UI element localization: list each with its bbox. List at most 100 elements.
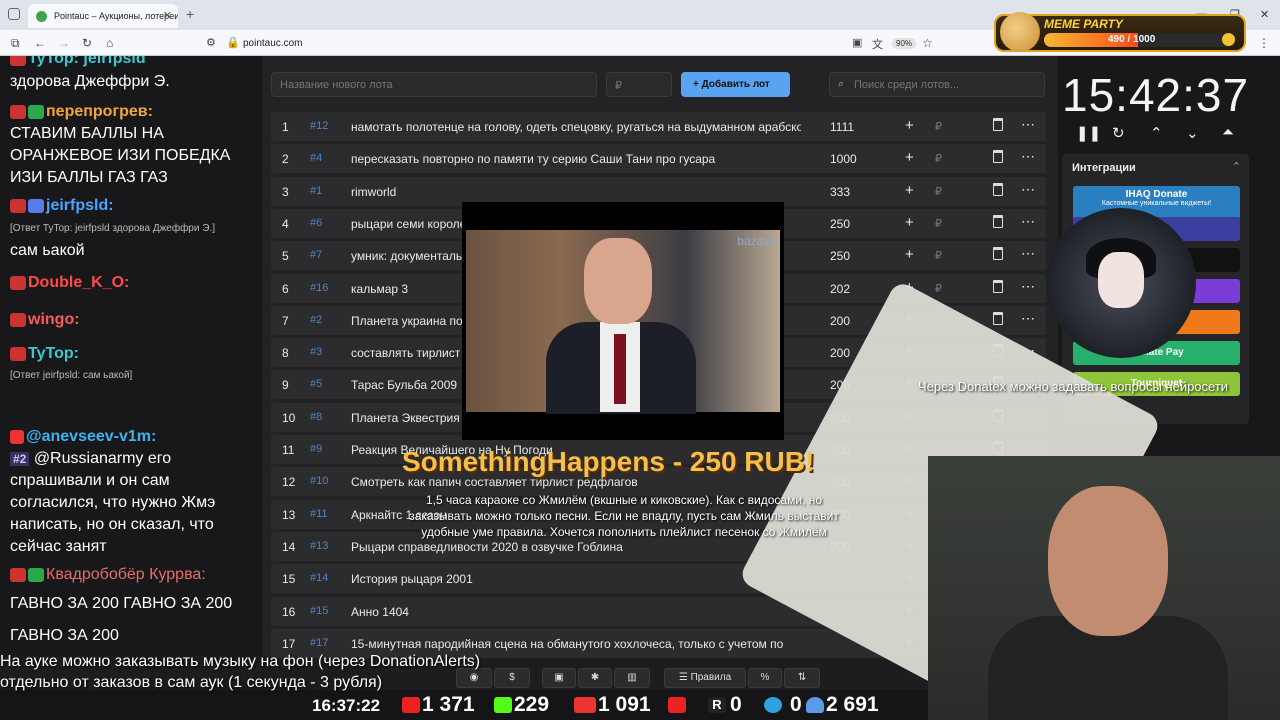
lot-name[interactable]: Рыцари справедливости 2020 в озвучке Гоб… [351,540,801,554]
lot-rank: 1 [282,120,289,134]
telegram-icon [764,697,782,713]
lot-name[interactable]: намотать полотенце на голову, одеть спец… [351,120,801,134]
close-window-icon[interactable]: ✕ [1260,8,1269,21]
add-amount-icon[interactable]: + [905,246,914,263]
bug-icon[interactable]: ✱ [578,668,612,688]
trash-icon[interactable] [993,150,1003,164]
add-amount-icon[interactable]: + [905,214,914,231]
meme-party-widget: MEME PARTY 490 / 1000 [994,12,1246,52]
chat-username: jeirfpsld: [46,197,114,214]
new-lot-input[interactable]: Название нового лота [271,72,597,97]
lot-amount[interactable]: 250 [830,249,850,263]
lot-name[interactable]: 15-минутная пародийная сцена на обмануто… [351,637,801,651]
back-icon[interactable]: ← [34,36,46,50]
more-icon[interactable]: ⋯ [1021,213,1035,230]
trash-icon[interactable] [993,279,1003,293]
close-tab-icon[interactable]: ✕ [163,9,172,22]
split-icon[interactable]: ⇅ [784,668,820,688]
add-amount-icon[interactable]: + [905,182,914,199]
trash-icon[interactable] [993,118,1003,131]
reset-timer-icon[interactable]: ↻ [1112,124,1125,142]
sidebar-icon[interactable]: ⧉ [11,36,20,51]
sub-badge-icon [28,567,44,582]
collapse-icon[interactable]: ⌃ [1232,160,1241,173]
video-watermark: bazava [737,234,776,248]
subtract-time-icon[interactable]: ⌄ [1186,124,1199,142]
lot-currency: ₽ [935,153,942,166]
pause-icon[interactable]: ❚❚ [1076,124,1101,142]
rules-button[interactable]: ☰ Правила [664,668,746,688]
donate-icon[interactable]: $ [494,668,530,688]
trash-icon[interactable] [993,311,1003,325]
site-info-icon[interactable]: ⚙ [206,36,216,49]
lot-rank: 13 [282,507,296,522]
lot-name[interactable]: пересказать повторно по памяти ту серию … [351,152,801,166]
tab-list-icon[interactable] [8,8,20,20]
translate-icon[interactable]: 文 [872,36,883,52]
lot-search-input[interactable]: ⌕ Поиск среди лотов... [829,72,1045,97]
delete-all-icon[interactable]: ▥ [614,668,650,688]
lot-amount[interactable]: 202 [830,282,850,296]
lot-rank: 8 [282,346,289,361]
more-icon[interactable]: ⋯ [1021,148,1035,165]
chat-username: wingo: [28,311,80,328]
forward-icon[interactable]: → [58,36,70,50]
add-amount-icon[interactable]: + [905,149,914,166]
stream-clock: 16:37:22 [312,696,381,715]
zoom-level[interactable]: 90% [892,38,917,49]
chat-username: TyTop: [28,56,79,67]
lot-amount[interactable]: 333 [830,185,850,199]
add-lot-button[interactable]: + Добавить лот [681,72,790,97]
lot-amount[interactable]: 200 [830,314,850,328]
lot-rank: 10 [282,410,296,425]
more-icon[interactable]: ⋯ [1021,116,1035,133]
trash-icon[interactable] [993,247,1003,261]
plus-icon: + [693,79,702,90]
save-icon[interactable]: ▣ [542,668,576,688]
lot-rank: 11 [282,443,295,457]
lot-name[interactable]: rimworld [351,185,801,199]
lot-rank: 12 [282,475,296,490]
percent-icon[interactable]: % [748,668,782,688]
more-icon[interactable]: ⋯ [1021,181,1035,198]
home-icon[interactable]: ⌂ [106,36,113,50]
lot-name[interactable]: Анно 1404 [351,605,801,619]
menu-icon[interactable]: ⋮ [1258,36,1270,50]
reload-icon[interactable]: ↻ [82,36,92,50]
lot-id: #10 [310,475,329,488]
vk-viewers: 1 091 [598,693,651,716]
lot-id: #11 [310,507,328,520]
lot-amount[interactable]: 250 [830,217,850,231]
url-text[interactable]: pointauc.com [243,38,302,49]
bookmark-star-icon[interactable]: ☆ [922,36,933,50]
trash-icon[interactable] [993,182,1003,196]
live-badge-icon [10,198,26,213]
lot-rank: 6 [282,281,289,296]
browser-tab[interactable]: Pointauc – Аукционы, лотереи ✕ [28,4,178,28]
lot-id: #1 [310,184,323,197]
trash-icon[interactable] [993,214,1003,228]
page-action-icon[interactable]: ▣ [852,36,862,49]
vk-live-icon [574,697,596,713]
donation-alert-text: 1,5 часа караоке со Жмилём (вкшные и кик… [409,493,839,539]
lot-rank: 17 [282,636,296,651]
lot-amount[interactable]: 1000 [830,152,857,166]
lot-amount[interactable]: 1111 [830,120,854,134]
lot-amount[interactable]: 200 [830,346,850,360]
lot-row[interactable]: 2 #4 пересказать повторно по памяти ту сер… [271,144,1046,174]
new-tab-icon[interactable]: + [186,6,194,22]
youtube-badge-icon [10,429,24,444]
more-icon[interactable]: ⋯ [1021,278,1035,295]
more-icon[interactable]: ⋯ [1021,310,1035,327]
lot-rank: 3 [282,184,289,199]
lot-name[interactable]: История рыцаря 2001 [351,572,801,586]
double-time-icon[interactable]: ⏶ [1222,124,1234,141]
lot-row[interactable]: 1 #12 намотать полотенце на голову, одеть … [271,112,1046,141]
add-lot-label: Добавить лот [701,79,770,90]
add-amount-icon[interactable]: + [905,117,914,134]
more-icon[interactable]: ⋯ [1021,245,1035,262]
site-favicon-icon [36,11,47,22]
chat-reply-context: [Ответ jeirfpsld: сам ьакой] [10,370,133,381]
add-time-icon[interactable]: ⌃ [1150,124,1163,142]
lot-amount-input[interactable]: ₽ [606,72,672,97]
